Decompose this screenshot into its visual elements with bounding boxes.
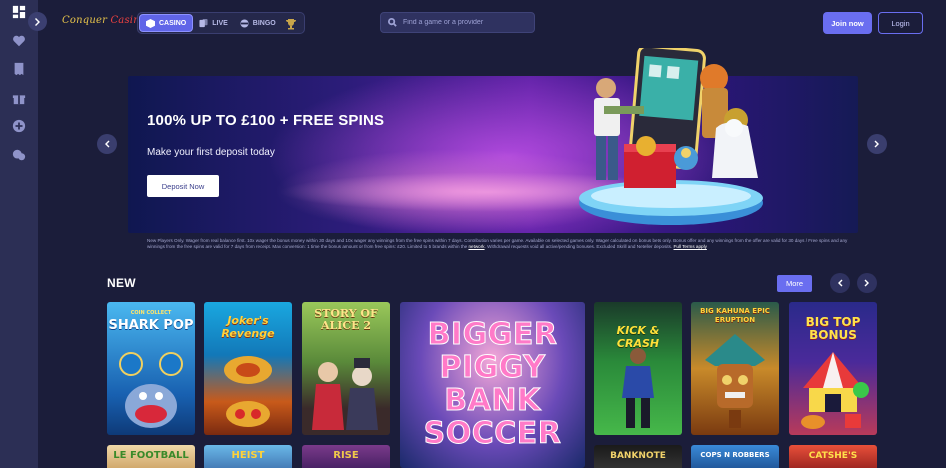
game-card-big-kahuna-epic-eruption[interactable]: BIG KAHUNA EPIC ERUPTION xyxy=(691,302,779,435)
trophy-icon[interactable] xyxy=(285,17,297,30)
plus-circle-icon[interactable] xyxy=(11,118,27,134)
game-card-pretitle: COIN COLLECT xyxy=(130,310,172,316)
bingo-ball-icon xyxy=(240,18,249,28)
circus-tent-artwork xyxy=(801,352,869,429)
tab-casino[interactable]: CASINO xyxy=(139,14,194,32)
game-card-title: BANKNOTE xyxy=(610,451,666,461)
gift-icon[interactable] xyxy=(11,90,27,106)
games-prev-button[interactable] xyxy=(830,273,850,293)
game-card-le-football[interactable]: LE FOOTBALL xyxy=(107,445,195,468)
section-title: NEW xyxy=(107,276,136,290)
soccer-player-artwork xyxy=(622,348,654,428)
tab-live[interactable]: LIVE xyxy=(193,14,234,32)
tab-casino-label: CASINO xyxy=(159,19,187,27)
game-card-title-text: BIGGER PIGGY BANK SOCCER xyxy=(423,317,562,451)
more-button[interactable]: More xyxy=(777,275,812,292)
game-card-title: HEIST xyxy=(231,450,265,461)
deposit-now-button[interactable]: Deposit Now xyxy=(147,175,219,197)
banner-next-button[interactable] xyxy=(867,134,887,154)
search-icon xyxy=(388,18,397,27)
game-card-title: RISE xyxy=(333,450,359,461)
game-card-story-of-alice-2[interactable]: STORY OF ALICE 2 xyxy=(302,302,390,435)
game-card-cops-n-robbers[interactable]: COPS N ROBBERS xyxy=(691,445,779,468)
terms-network-link[interactable]: network xyxy=(468,244,484,249)
terms-tail: . Withdrawal requests void all active/pe… xyxy=(484,244,673,249)
banner-subtitle: Make your first deposit today xyxy=(147,147,275,158)
search-input[interactable] xyxy=(403,19,523,26)
chevron-right-icon xyxy=(864,279,869,287)
tiki-artwork xyxy=(705,334,765,428)
game-card-kick-crash[interactable]: KICK & CRASH xyxy=(594,302,682,435)
game-card-title: COPS N ROBBERS xyxy=(700,451,770,459)
tab-bingo[interactable]: BINGO xyxy=(234,14,282,32)
casino-logo[interactable]: Conquer Casino xyxy=(62,15,146,26)
chevron-left-icon xyxy=(105,140,110,148)
shark-artwork xyxy=(119,352,183,428)
sidebar xyxy=(0,0,38,468)
heart-icon[interactable] xyxy=(11,33,27,49)
game-card-rise[interactable]: RISE xyxy=(302,445,390,468)
game-card-title: STORY OF ALICE 2 xyxy=(314,307,378,332)
game-search[interactable] xyxy=(380,12,535,33)
game-card-title: BIG KAHUNA EPIC ERUPTION xyxy=(700,307,770,324)
chevron-right-icon xyxy=(874,140,879,148)
alice-artwork xyxy=(312,358,378,430)
logo-text: Conquer xyxy=(62,15,108,26)
game-card-heist[interactable]: HEIST xyxy=(204,445,292,468)
receipt-icon[interactable] xyxy=(11,61,27,77)
tab-bingo-label: BINGO xyxy=(252,19,276,27)
join-now-button[interactable]: Join now xyxy=(823,12,872,34)
joker-artwork xyxy=(224,356,272,427)
game-card-title: BIG TOP BONUS xyxy=(805,315,861,342)
banner-illustration xyxy=(579,48,763,225)
banner-prev-button[interactable] xyxy=(97,134,117,154)
game-card-shark-pop[interactable]: COIN COLLECT SHARK POP xyxy=(107,302,195,435)
banner-title: 100% UP TO £100 + FREE SPINS xyxy=(147,112,385,129)
game-card-title: Joker's Revenge xyxy=(221,314,275,340)
game-card-title: BIGGER PIGGY BANK SOCCER xyxy=(400,317,585,451)
game-card-title: LE FOOTBALL xyxy=(113,450,189,461)
full-terms-link[interactable]: Full Terms apply xyxy=(674,244,707,249)
cards-icon xyxy=(199,18,208,27)
game-card-title: CATSHE'S xyxy=(808,451,858,461)
game-card-bigger-piggy-bank-soccer[interactable]: BIGGER PIGGY BANK SOCCER xyxy=(400,302,585,468)
tab-live-label: LIVE xyxy=(212,19,228,27)
top-header: Conquer Casino CASINO LIVE BINGO Join no… xyxy=(38,0,946,46)
games-next-button[interactable] xyxy=(857,273,877,293)
cube-icon xyxy=(146,18,155,28)
category-tabs: CASINO LIVE BINGO xyxy=(137,12,305,34)
sidebar-toggle-button[interactable] xyxy=(28,12,47,31)
game-card-jokers-revenge[interactable]: Joker's Revenge xyxy=(204,302,292,435)
login-button[interactable]: Login xyxy=(878,12,923,34)
game-card-banknote[interactable]: BANKNOTE xyxy=(594,445,682,468)
chat-icon[interactable] xyxy=(11,147,27,163)
game-card-title: SHARK POP xyxy=(108,318,194,333)
game-card-catshes[interactable]: CATSHE'S xyxy=(789,445,877,468)
dashboard-icon[interactable] xyxy=(11,4,27,20)
chevron-left-icon xyxy=(838,279,843,287)
bonus-terms: New Players Only. Wager from real balanc… xyxy=(147,238,857,250)
game-card-big-top-bonus[interactable]: BIG TOP BONUS xyxy=(789,302,877,435)
